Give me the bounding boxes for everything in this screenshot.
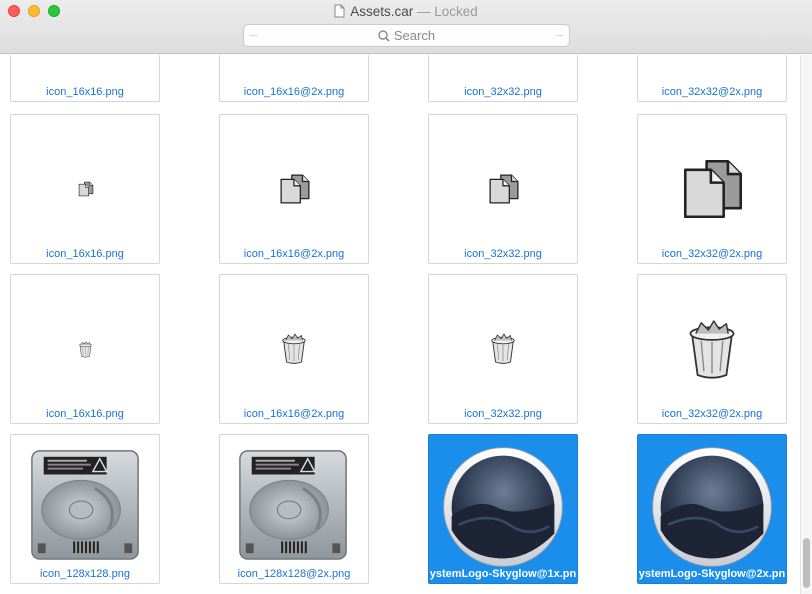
trash-icon xyxy=(78,340,93,358)
asset-tile[interactable]: icon_16x16@2x.png xyxy=(219,274,369,424)
asset-filename: icon_16x16.png xyxy=(46,408,124,420)
asset-filename: icon_16x16.png xyxy=(46,248,124,260)
trash-icon xyxy=(685,315,739,381)
asset-tile[interactable]: icon_16x16@2x.png xyxy=(219,114,369,264)
search-field[interactable]: Search xyxy=(243,24,570,47)
asset-tile-selected[interactable]: ystemLogo-Skyglow@1x.pn xyxy=(428,434,578,584)
asset-tile[interactable]: icon_32x32@2x.png xyxy=(637,274,787,424)
asset-filename: icon_32x32.png xyxy=(464,86,542,98)
window-title: Assets.car — Locked xyxy=(0,3,812,21)
asset-tile[interactable]: icon_16x16@2x.png xyxy=(219,55,369,102)
asset-tile[interactable]: icon_16x16.png xyxy=(10,55,160,102)
locked-status[interactable]: — Locked xyxy=(417,4,478,19)
asset-filename: icon_16x16@2x.png xyxy=(243,86,345,98)
documents-icon xyxy=(488,173,520,205)
asset-filename: icon_128x128@2x.png xyxy=(237,568,351,580)
asset-filename: ystemLogo-Skyglow@2x.pn xyxy=(638,568,786,580)
asset-tile[interactable]: icon_32x32.png xyxy=(428,55,578,102)
asset-filename: icon_128x128.png xyxy=(40,568,130,580)
asset-tile[interactable]: icon_128x128.png xyxy=(10,434,160,584)
trash-icon xyxy=(280,331,308,365)
system-logo-icon xyxy=(441,445,565,569)
search-placeholder: Search xyxy=(393,28,436,43)
asset-tile[interactable]: icon_32x32.png xyxy=(428,114,578,264)
asset-tile[interactable]: icon_32x32@2x.png xyxy=(637,114,787,264)
asset-filename: icon_16x16@2x.png xyxy=(243,408,345,420)
asset-filename: icon_32x32@2x.png xyxy=(661,408,763,420)
search-field-edge xyxy=(250,35,258,36)
system-logo-icon xyxy=(650,445,774,569)
asset-filename: ystemLogo-Skyglow@1x.pn xyxy=(429,568,577,580)
asset-tile[interactable]: icon_32x32@2x.png xyxy=(637,55,787,102)
asset-filename: icon_32x32@2x.png xyxy=(661,248,763,260)
search-field-edge xyxy=(555,35,563,36)
documents-icon xyxy=(279,173,311,205)
document-icon xyxy=(334,4,345,18)
documents-icon xyxy=(78,181,94,197)
window-titlebar: Assets.car — Locked Search xyxy=(0,0,812,54)
asset-filename: icon_32x32.png xyxy=(464,248,542,260)
scrollbar-thumb[interactable] xyxy=(803,538,810,588)
asset-grid: icon_16x16.png icon_16x16@2x.png icon_32… xyxy=(0,55,800,594)
trash-icon xyxy=(489,331,517,365)
search-icon xyxy=(378,30,390,42)
hard-disk-icon xyxy=(26,445,144,563)
hard-disk-icon xyxy=(234,445,352,563)
circle-icon xyxy=(678,55,748,61)
window-filename: Assets.car xyxy=(350,4,414,19)
asset-tile-selected[interactable]: ystemLogo-Skyglow@2x.pn xyxy=(637,434,787,584)
documents-icon xyxy=(681,157,745,221)
asset-tile[interactable]: icon_16x16.png xyxy=(10,274,160,424)
vertical-scrollbar[interactable] xyxy=(800,55,812,594)
asset-filename: icon_32x32.png xyxy=(464,408,542,420)
asset-tile[interactable]: icon_32x32.png xyxy=(428,274,578,424)
asset-tile[interactable]: icon_16x16.png xyxy=(10,114,160,264)
asset-tile[interactable]: icon_128x128@2x.png xyxy=(219,434,369,584)
asset-filename: icon_16x16@2x.png xyxy=(243,248,345,260)
asset-filename: icon_32x32@2x.png xyxy=(661,86,763,98)
asset-filename: icon_16x16.png xyxy=(46,86,124,98)
